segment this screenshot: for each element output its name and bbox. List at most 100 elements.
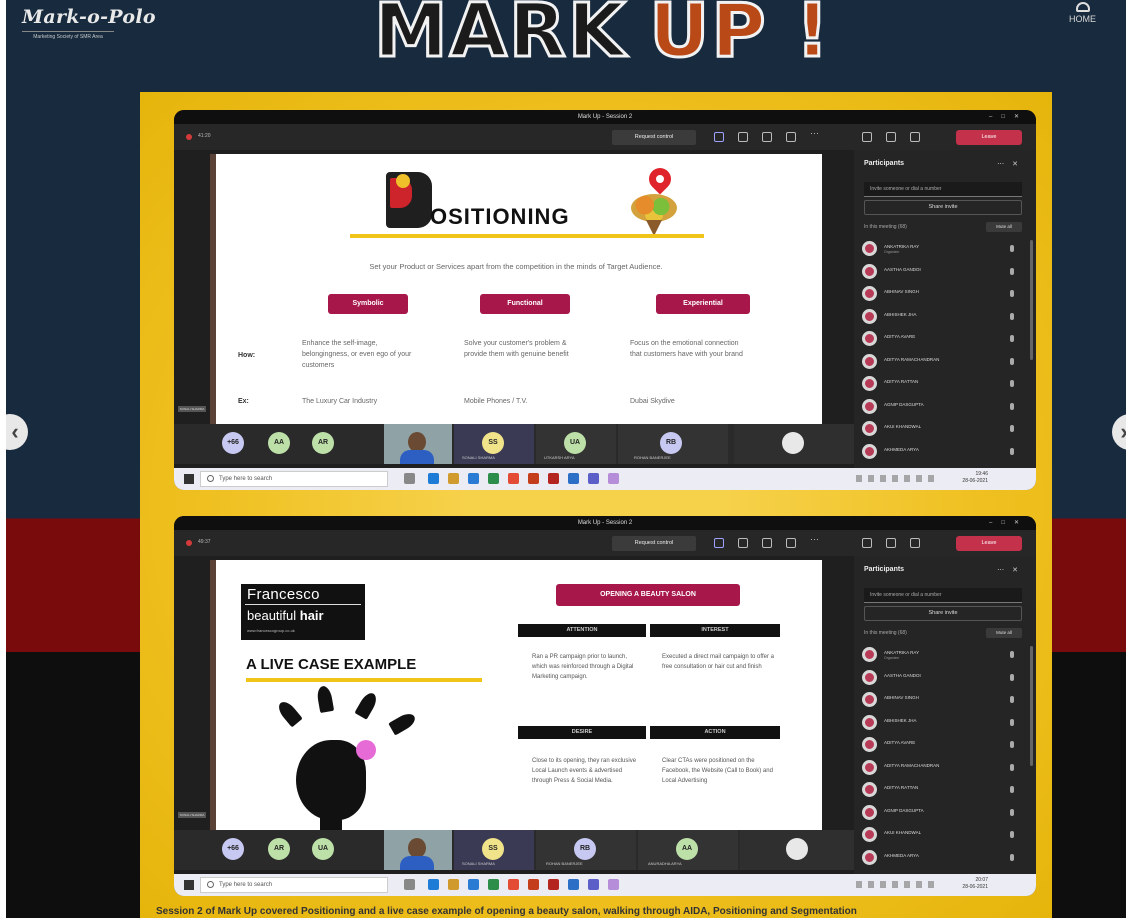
participant-row[interactable]: ADITYA AVARE [862,328,1020,351]
participant-row[interactable]: ADITYA RATTAN [862,779,1020,802]
mute-all-button[interactable]: Mute all [986,222,1022,232]
file-explorer-icon[interactable] [448,473,459,484]
panel-controls[interactable]: ⋯✕ [997,160,1026,168]
participant-row[interactable]: ABHINAV SINGH [862,283,1020,306]
presenter-video[interactable] [384,830,452,870]
participant-row[interactable]: ADITYA RATTAN [862,373,1020,396]
avatar[interactable]: AA [268,432,290,454]
acrobat-icon[interactable] [548,879,559,890]
powerpoint-icon[interactable] [528,879,539,890]
rooms-icon[interactable] [786,132,796,142]
participant-row[interactable]: AASTHA GANDOI [862,261,1020,284]
participant-tile[interactable]: SS SONALI SHARMA [454,424,534,464]
request-control-button[interactable]: Request control [612,130,696,145]
in-meeting-count[interactable]: In this meeting (68) [864,630,907,636]
overflow-avatar[interactable]: +66 [222,838,244,860]
avatar[interactable]: AR [312,432,334,454]
participant-tile[interactable] [740,830,854,870]
taskbar-search[interactable]: Type here to search [200,877,388,893]
participant-row[interactable]: ABHISHEK JHA [862,306,1020,329]
participant-tile[interactable]: RB ROHAN BANERJEE [536,830,636,870]
edge-icon[interactable] [428,879,439,890]
leave-button[interactable]: Leave [956,130,1022,145]
mute-all-button[interactable]: Mute all [986,628,1022,638]
participant-row[interactable]: AKHMEDA ARYA [862,847,1020,870]
window-controls[interactable]: –□✕ [989,516,1028,530]
panel-scrollbar[interactable] [1030,240,1033,360]
reactions-icon[interactable] [762,538,772,548]
windows-start-icon[interactable] [184,474,194,484]
participant-row[interactable]: ADITYA AVARE [862,734,1020,757]
participant-row[interactable]: ANKATRIKA RAY Organizer [862,644,1020,667]
mic-icon[interactable] [886,132,896,142]
task-view-icon[interactable] [404,879,415,890]
camera-icon[interactable] [862,538,872,548]
participants-icon[interactable] [714,132,724,142]
share-screen-icon[interactable] [910,538,920,548]
participant-row[interactable]: ANKATRIKA RAY Organizer [862,238,1020,261]
store-icon[interactable] [468,473,479,484]
store-icon[interactable] [468,879,479,890]
next-arrow-button[interactable]: › [1112,414,1126,450]
invite-input[interactable]: Invite someone or dial a number [864,182,1022,197]
panel-controls[interactable]: ⋯✕ [997,566,1026,574]
word-icon[interactable] [568,473,579,484]
task-view-icon[interactable] [404,473,415,484]
file-explorer-icon[interactable] [448,879,459,890]
participant-row[interactable]: ADITYA RAMACHANDRAN [862,351,1020,374]
participant-row[interactable]: ABHISHEK JHA [862,712,1020,735]
system-tray-icons[interactable] [856,881,936,888]
participant-row[interactable]: ADITYA RAMACHANDRAN [862,757,1020,780]
word-icon[interactable] [568,879,579,890]
prev-arrow-button[interactable]: ‹ [6,414,28,450]
excel-icon[interactable] [488,473,499,484]
participant-row[interactable]: AKHMEDA ARYA [862,441,1020,464]
invite-input[interactable]: Invite someone or dial a number [864,588,1022,603]
edge-icon[interactable] [428,473,439,484]
powerpoint-icon[interactable] [528,473,539,484]
app-icon[interactable] [608,473,619,484]
in-meeting-count[interactable]: In this meeting (68) [864,224,907,230]
participant-row[interactable]: AGNIP DASGUPTA [862,802,1020,825]
panel-scrollbar[interactable] [1030,646,1033,766]
overflow-avatar[interactable]: +66 [222,432,244,454]
share-invite-button[interactable]: Share invite [864,200,1022,215]
avatar[interactable]: UA [312,838,334,860]
presenter-video[interactable] [384,424,452,464]
participant-row[interactable]: AKUI KHANDWAL [862,824,1020,847]
request-control-button[interactable]: Request control [612,536,696,551]
chrome-icon[interactable] [508,879,519,890]
leave-button[interactable]: Leave [956,536,1022,551]
reactions-icon[interactable] [762,132,772,142]
excel-icon[interactable] [488,879,499,890]
taskbar-clock[interactable]: 20:07 28-06-2021 [962,877,988,891]
rooms-icon[interactable] [786,538,796,548]
share-invite-button[interactable]: Share invite [864,606,1022,621]
participant-tile[interactable]: AA ANURADHA ARYA [638,830,738,870]
home-link[interactable]: HOME [1069,2,1096,24]
mic-icon[interactable] [886,538,896,548]
participants-icon[interactable] [714,538,724,548]
participant-tile[interactable] [734,424,854,464]
window-controls[interactable]: –□✕ [989,110,1028,124]
taskbar-clock[interactable]: 19:46 28-06-2021 [962,471,988,485]
more-icon[interactable]: ⋯ [810,534,820,544]
teams-icon[interactable] [588,473,599,484]
teams-icon[interactable] [588,879,599,890]
share-screen-icon[interactable] [910,132,920,142]
participant-tile[interactable]: RB ROHAN BANERJEE [618,424,728,464]
more-icon[interactable]: ⋯ [810,128,820,138]
participant-row[interactable]: AKUI KHANDWAL [862,418,1020,441]
participant-row[interactable]: ABHINAV SINGH [862,689,1020,712]
windows-start-icon[interactable] [184,880,194,890]
chrome-icon[interactable] [508,473,519,484]
system-tray-icons[interactable] [856,475,936,482]
participant-tile[interactable]: SS SONALI SHARMA [454,830,534,870]
participant-row[interactable]: AGNIP DASGUPTA [862,396,1020,419]
chat-icon[interactable] [738,132,748,142]
app-icon[interactable] [608,879,619,890]
camera-icon[interactable] [862,132,872,142]
participant-tile[interactable]: UA UTKARSH ARYA [536,424,616,464]
acrobat-icon[interactable] [548,473,559,484]
participant-row[interactable]: AASTHA GANDOI [862,667,1020,690]
